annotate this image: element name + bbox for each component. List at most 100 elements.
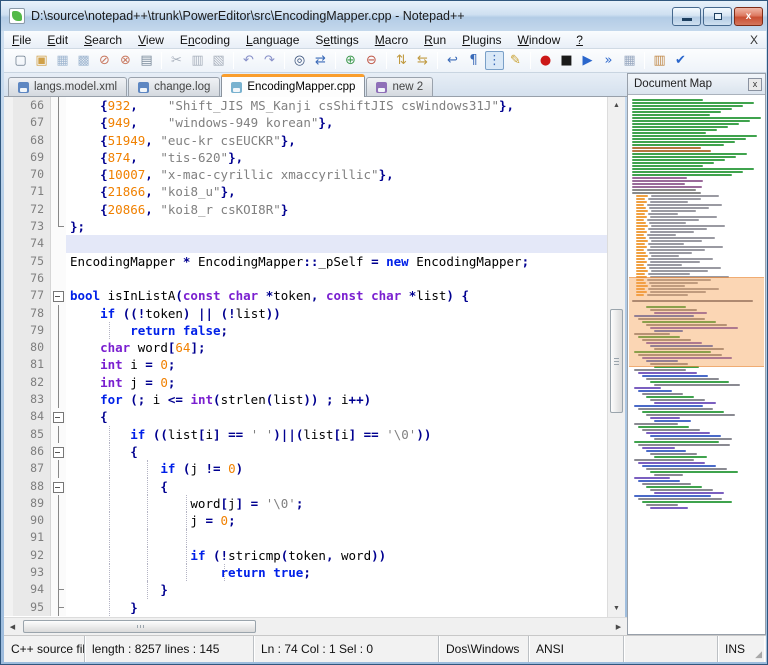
vertical-scrollbar[interactable]: ▲ ▼ [607, 97, 625, 617]
editor-line[interactable]: 92 if (!stricmp(token, word)) [4, 547, 607, 564]
vertical-scrollbar-thumb[interactable] [610, 309, 623, 413]
sync-vertical-icon[interactable]: ⇅ [392, 51, 411, 70]
zoom-out-icon[interactable]: ⊖ [362, 51, 381, 70]
editor-line[interactable]: 86 { [4, 443, 607, 460]
play-macro-icon[interactable]: ▶ [578, 51, 597, 70]
tab-new-2[interactable]: new 2 [366, 77, 433, 96]
save-all-icon[interactable]: ▩ [74, 51, 93, 70]
editor-line[interactable]: 67 {949, "windows-949 korean"}, [4, 114, 607, 131]
editor-text-area[interactable]: 66 {932, "Shift_JIS MS_Kanji csShiftJIS … [4, 97, 607, 617]
close-button[interactable]: x [734, 7, 763, 26]
scroll-left-arrow[interactable]: ◀ [4, 618, 21, 635]
tab-encodingmapper-cpp[interactable]: EncodingMapper.cpp [221, 74, 365, 97]
menu-item-file[interactable]: File [4, 31, 39, 49]
status-spare[interactable] [624, 636, 718, 662]
editor-line[interactable]: 87 if (j != 0) [4, 460, 607, 477]
show-all-characters-icon[interactable]: ¶ [464, 51, 483, 70]
open-file-icon[interactable]: ▣ [32, 51, 51, 70]
menu-item-plugins[interactable]: Plugins [454, 31, 509, 49]
horizontal-scrollbar-thumb[interactable] [23, 620, 256, 633]
close-file-icon[interactable]: ⊘ [95, 51, 114, 70]
editor-line[interactable]: 85 if ((list[i] == ' ')||(list[i] == '\0… [4, 426, 607, 443]
paste-icon[interactable]: ▧ [209, 51, 228, 70]
editor-line[interactable]: 68 {51949, "euc-kr csEUCKR"}, [4, 132, 607, 149]
menu-item-language[interactable]: Language [238, 31, 307, 49]
editor-line[interactable]: 72 {20866, "koi8_r csKOI8R"} [4, 201, 607, 218]
status-doc-type[interactable]: C++ source fil [4, 636, 85, 662]
close-all-icon[interactable]: ⊗ [116, 51, 135, 70]
copy-icon[interactable]: ▥ [188, 51, 207, 70]
editor-line[interactable]: 93 return true; [4, 564, 607, 581]
title-bar[interactable]: D:\source\notepad++\trunk\PowerEditor\sr… [1, 1, 768, 31]
menu-item-encoding[interactable]: Encoding [172, 31, 238, 49]
editor-line[interactable]: 89 word[j] = '\0'; [4, 495, 607, 512]
editor-line[interactable]: 73}; [4, 218, 607, 235]
indent-guide-icon[interactable]: ⋮ [485, 51, 504, 70]
menu-item-window[interactable]: Window [510, 31, 569, 49]
editor-line[interactable]: 76 [4, 270, 607, 287]
status-doc-size[interactable]: length : 8257 lines : 145 [85, 636, 254, 662]
resize-grip[interactable]: ◢ [755, 649, 762, 660]
fold-collapse-box[interactable] [51, 287, 66, 304]
menu-item-edit[interactable]: Edit [39, 31, 76, 49]
editor-line[interactable]: 75EncodingMapper * EncodingMapper::_pSel… [4, 253, 607, 270]
menu-item-run[interactable]: Run [416, 31, 454, 49]
new-file-icon[interactable]: ▢ [11, 51, 30, 70]
editor-line[interactable]: 90 j = 0; [4, 512, 607, 529]
replace-icon[interactable]: ⇄ [311, 51, 330, 70]
horizontal-scrollbar[interactable]: ◀ ▶ [4, 617, 627, 635]
undo-icon[interactable]: ↶ [239, 51, 258, 70]
editor-line[interactable]: 82 int j = 0; [4, 374, 607, 391]
sync-horizontal-icon[interactable]: ⇆ [413, 51, 432, 70]
zoom-in-icon[interactable]: ⊕ [341, 51, 360, 70]
print-icon[interactable]: ▤ [137, 51, 156, 70]
run-macro-multiple-icon[interactable]: » [599, 51, 618, 70]
editor-line[interactable]: 94 } [4, 581, 607, 598]
cut-icon[interactable]: ✂ [167, 51, 186, 70]
editor-line[interactable]: 91 [4, 529, 607, 546]
save-macro-icon[interactable]: ▦ [620, 51, 639, 70]
editor-line[interactable]: 78 if ((!token) || (!list)) [4, 305, 607, 322]
status-encoding[interactable]: ANSI [529, 636, 624, 662]
restore-button[interactable] [703, 7, 732, 26]
fold-collapse-box[interactable] [51, 478, 66, 495]
editor-line[interactable]: 83 for (; i <= int(strlen(list)) ; i++) [4, 391, 607, 408]
menu-item-macro[interactable]: Macro [367, 31, 416, 49]
menu-close-document-button[interactable]: X [750, 31, 758, 49]
editor-line[interactable]: 79 return false; [4, 322, 607, 339]
record-macro-icon[interactable]: ● [536, 51, 555, 70]
user-defined-dialog-icon[interactable]: ✎ [506, 51, 525, 70]
find-icon[interactable]: ◎ [290, 51, 309, 70]
spell-check-icon[interactable]: ✔ [671, 51, 690, 70]
document-map-close-button[interactable]: x [748, 78, 762, 91]
minimap-viewport[interactable] [629, 277, 764, 367]
fold-collapse-box[interactable] [51, 443, 66, 460]
status-typing-mode[interactable]: INS◢ [718, 636, 764, 662]
editor-line[interactable]: 69 {874, "tis-620"}, [4, 149, 607, 166]
document-map-icon[interactable]: ▥ [650, 51, 669, 70]
document-map-minimap[interactable] [628, 95, 765, 633]
scroll-right-arrow[interactable]: ▶ [610, 618, 627, 635]
fold-collapse-box[interactable] [51, 408, 66, 425]
tab-change-log[interactable]: change.log [128, 77, 220, 96]
save-icon[interactable]: ▦ [53, 51, 72, 70]
editor-line[interactable]: 77bool isInListA(const char *token, cons… [4, 287, 607, 304]
editor-line[interactable]: 71 {21866, "koi8_u"}, [4, 183, 607, 200]
tab-langs-model-xml[interactable]: langs.model.xml [8, 77, 127, 96]
editor-line[interactable]: 84 { [4, 408, 607, 425]
editor-line[interactable]: 80 char word[64]; [4, 339, 607, 356]
word-wrap-icon[interactable]: ↩ [443, 51, 462, 70]
editor-line[interactable]: 70 {10007, "x-mac-cyrillic xmaccyrillic"… [4, 166, 607, 183]
minimize-button[interactable] [672, 7, 701, 26]
menu-item-search[interactable]: Search [76, 31, 130, 49]
scroll-up-arrow[interactable]: ▲ [608, 97, 625, 114]
editor-line[interactable]: 66 {932, "Shift_JIS MS_Kanji csShiftJIS … [4, 97, 607, 114]
editor-line[interactable]: 74 [4, 235, 607, 252]
redo-icon[interactable]: ↷ [260, 51, 279, 70]
stop-record-icon[interactable]: ■ [557, 51, 576, 70]
menu-item-view[interactable]: View [130, 31, 172, 49]
status-cursor-position[interactable]: Ln : 74 Col : 1 Sel : 0 [254, 636, 439, 662]
scroll-down-arrow[interactable]: ▼ [608, 600, 625, 617]
editor-line[interactable]: 88 { [4, 478, 607, 495]
status-eol-format[interactable]: Dos\Windows [439, 636, 529, 662]
